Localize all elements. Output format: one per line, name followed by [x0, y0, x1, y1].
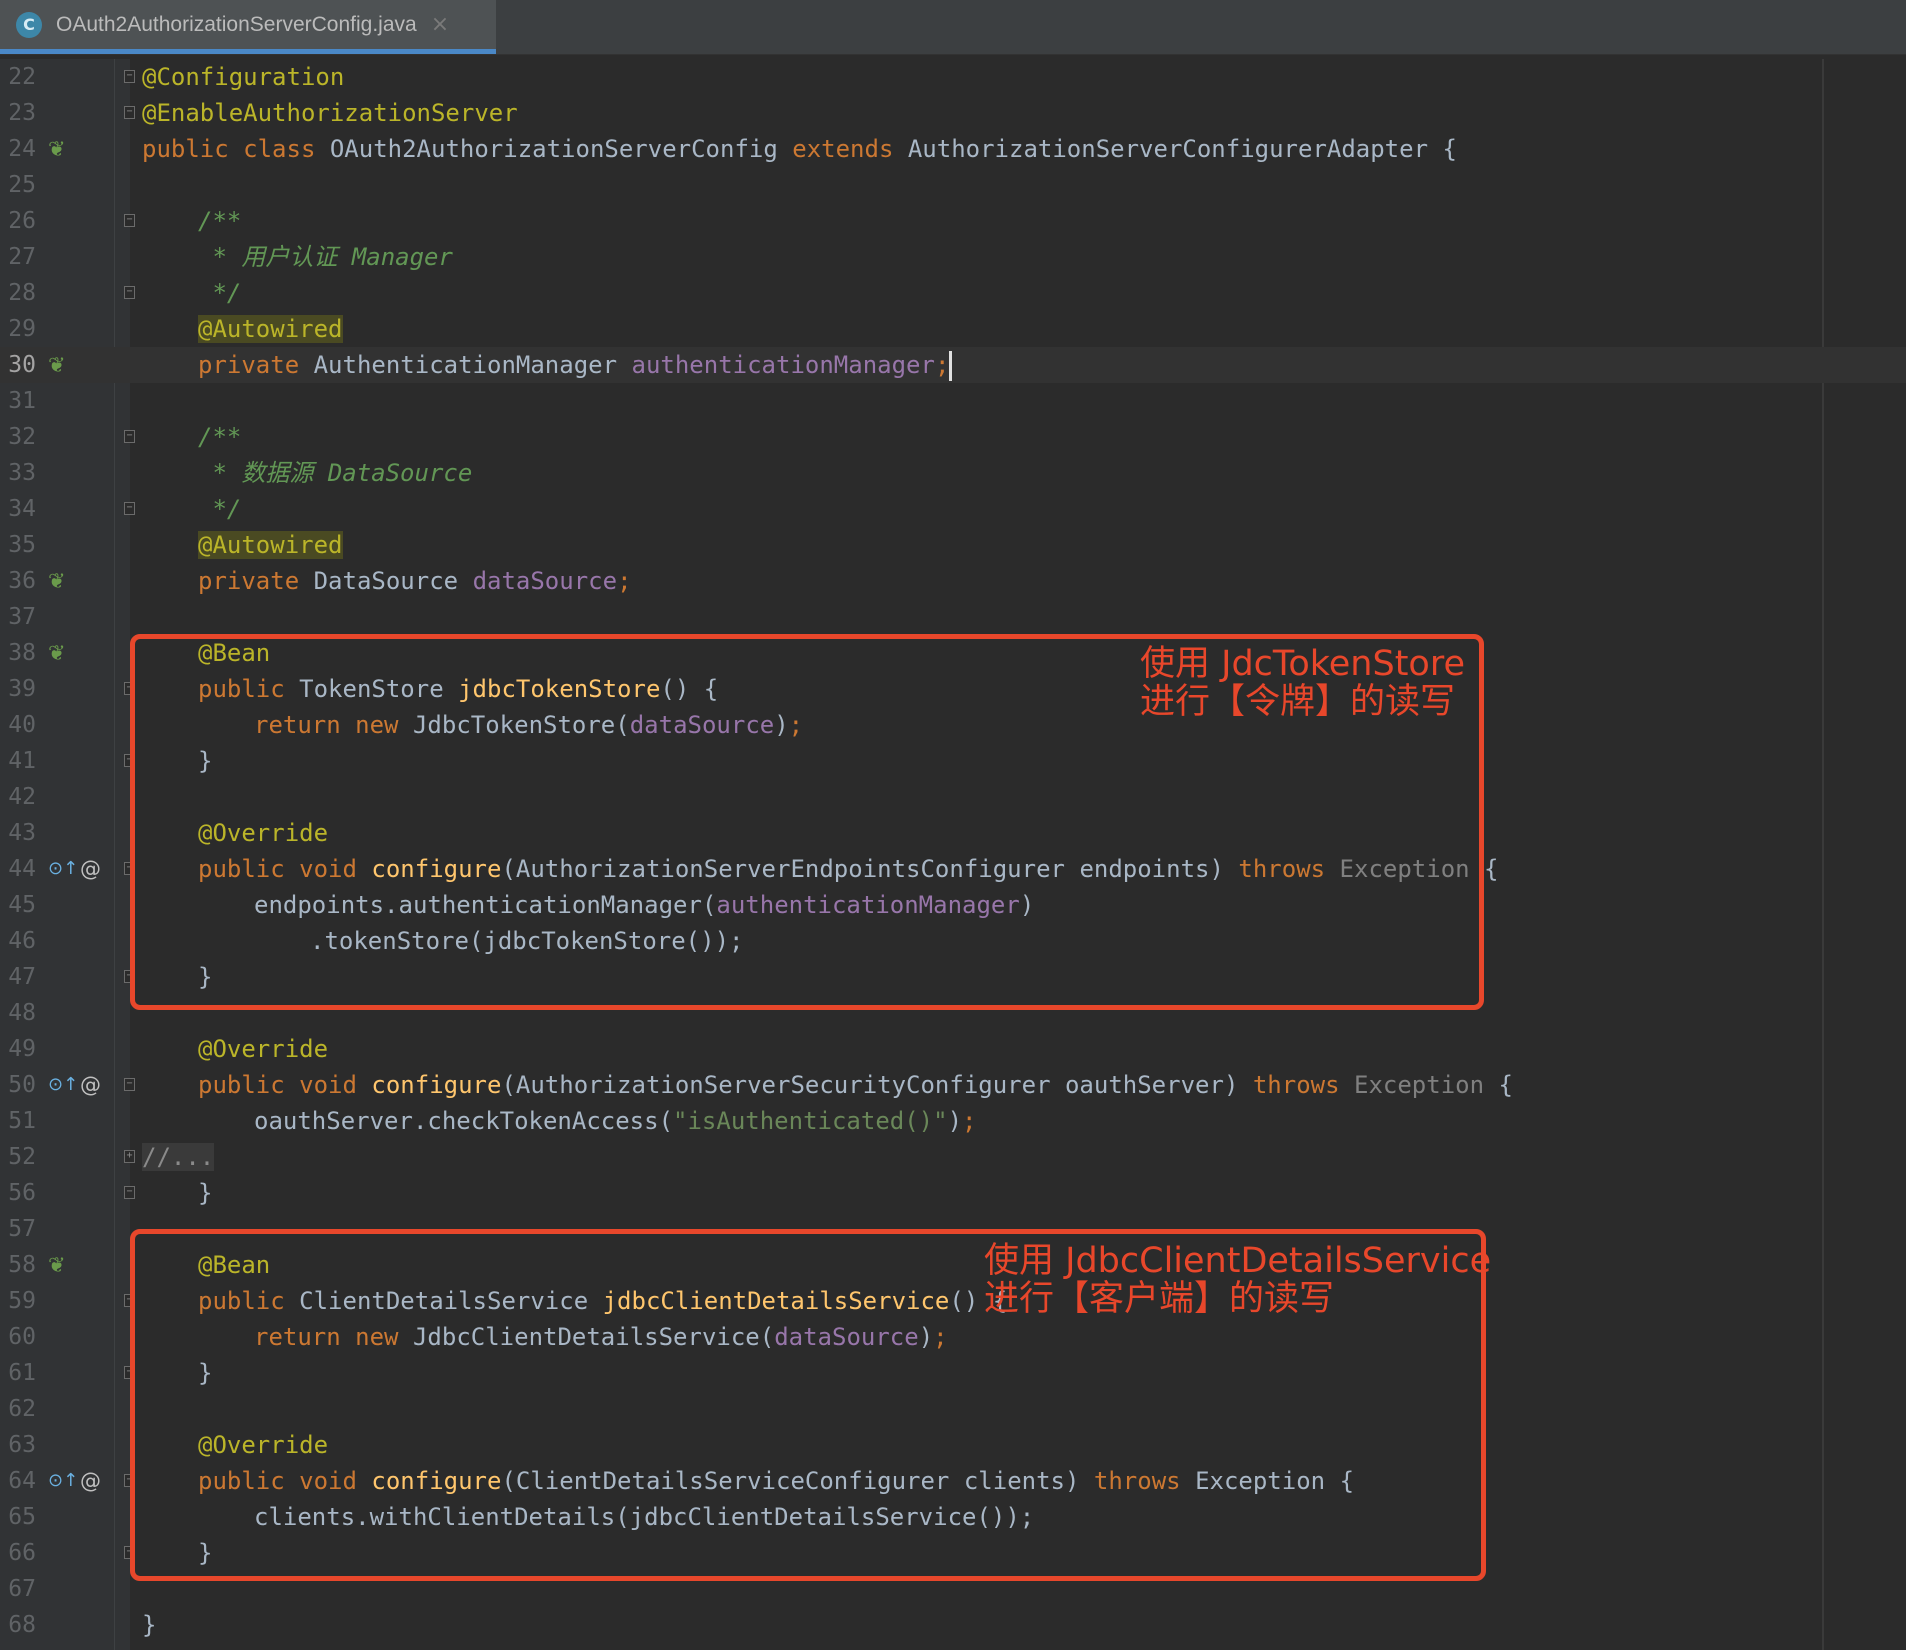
fold-marker[interactable]: −: [124, 286, 135, 299]
editor-tab-bar: C OAuth2AuthorizationServerConfig.java ×: [0, 0, 1906, 55]
code-line: 51 oauthServer.checkTokenAccess("isAuthe…: [0, 1103, 1906, 1139]
line-number: 36: [8, 568, 36, 594]
line-number: 29: [8, 316, 36, 342]
code-line: 56 − }: [0, 1175, 1906, 1211]
annotation-note-client-details: 使用 JdbcClientDetailsService 进行【客户端】的读写: [984, 1241, 1492, 1319]
line-number: 37: [8, 604, 36, 630]
code-line: 25: [0, 167, 1906, 203]
at-icon[interactable]: @: [80, 857, 101, 881]
line-number: 24: [8, 136, 36, 162]
line-number: 27: [8, 244, 36, 270]
code-line: 32 − /**: [0, 419, 1906, 455]
line-number: 43: [8, 820, 36, 846]
fold-marker[interactable]: −: [124, 1186, 135, 1199]
line-number: 39: [8, 676, 36, 702]
override-icon[interactable]: ⊙↑: [48, 1073, 78, 1097]
line-number: 68: [8, 1612, 36, 1638]
text-caret: [949, 351, 953, 381]
line-number: 44: [8, 856, 36, 882]
line-number: 57: [8, 1216, 36, 1242]
line-number: 63: [8, 1432, 36, 1458]
at-icon[interactable]: @: [80, 1469, 101, 1493]
line-number: 61: [8, 1360, 36, 1386]
line-number: 48: [8, 1000, 36, 1026]
line-number: 52: [8, 1144, 36, 1170]
code-editor[interactable]: 22 − @Configuration 23 − @EnableAuthoriz…: [0, 59, 1906, 1650]
code-line: 37: [0, 599, 1906, 635]
line-number: 30: [8, 352, 36, 378]
code-line: 35 @Autowired: [0, 527, 1906, 563]
autowired-icon[interactable]: ❦: [48, 569, 66, 593]
line-number: 65: [8, 1504, 36, 1530]
line-number: 51: [8, 1108, 36, 1134]
tab-title: OAuth2AuthorizationServerConfig.java: [56, 12, 417, 36]
line-number: 28: [8, 280, 36, 306]
line-number: 60: [8, 1324, 36, 1350]
line-number: 49: [8, 1036, 36, 1062]
fold-marker[interactable]: −: [124, 1078, 135, 1091]
code-line: 27 * 用户认证 Manager: [0, 239, 1906, 275]
line-number: 41: [8, 748, 36, 774]
bean-icon[interactable]: ❦: [48, 1253, 66, 1277]
line-number: 40: [8, 712, 36, 738]
line-number: 46: [8, 928, 36, 954]
code-line: 68 }: [0, 1607, 1906, 1643]
override-icon[interactable]: ⊙↑: [48, 1469, 78, 1493]
fold-marker[interactable]: −: [124, 70, 135, 83]
fold-expand-marker[interactable]: +: [124, 1150, 135, 1163]
line-number: 45: [8, 892, 36, 918]
line-number: 56: [8, 1180, 36, 1206]
fold-marker[interactable]: −: [124, 106, 135, 119]
line-number: 23: [8, 100, 36, 126]
code-line: 31: [0, 383, 1906, 419]
autowired-icon[interactable]: ❦: [48, 353, 66, 377]
at-icon[interactable]: @: [80, 1073, 101, 1097]
code-line: 28 − */: [0, 275, 1906, 311]
java-class-icon: C: [16, 11, 42, 38]
line-number: 62: [8, 1396, 36, 1422]
code-line: 33 * 数据源 DataSource: [0, 455, 1906, 491]
line-number: 58: [8, 1252, 36, 1278]
spring-bean-icon[interactable]: ❦: [48, 137, 66, 161]
line-number: 64: [8, 1468, 36, 1494]
line-number: 25: [8, 172, 36, 198]
fold-marker[interactable]: −: [124, 502, 135, 515]
line-number: 47: [8, 964, 36, 990]
line-number: 32: [8, 424, 36, 450]
code-line: 29 @Autowired: [0, 311, 1906, 347]
line-number: 66: [8, 1540, 36, 1566]
editor-tab[interactable]: C OAuth2AuthorizationServerConfig.java ×: [0, 0, 496, 54]
code-line: 50 ⊙↑ @ − public void configure(Authoriz…: [0, 1067, 1906, 1103]
code-line: 34 − */: [0, 491, 1906, 527]
code-line: 24 ❦ public class OAuth2AuthorizationSer…: [0, 131, 1906, 167]
line-number: 67: [8, 1576, 36, 1602]
bean-icon[interactable]: ❦: [48, 641, 66, 665]
line-number: 33: [8, 460, 36, 486]
line-number: 22: [8, 64, 36, 90]
code-line-current: 30 ❦ private AuthenticationManager authe…: [0, 347, 1906, 383]
code-line: 22 − @Configuration: [0, 59, 1906, 95]
line-number: 42: [8, 784, 36, 810]
override-icon[interactable]: ⊙↑: [48, 857, 78, 881]
line-number: 31: [8, 388, 36, 414]
annotation-note-token-store: 使用 JdcTokenStore 进行【令牌】的读写: [1140, 644, 1465, 722]
code-line: 36 ❦ private DataSource dataSource;: [0, 563, 1906, 599]
line-number: 26: [8, 208, 36, 234]
folded-region: //...: [142, 1143, 215, 1171]
line-number: 50: [8, 1072, 36, 1098]
code-line: 23 − @EnableAuthorizationServer: [0, 95, 1906, 131]
line-number: 34: [8, 496, 36, 522]
code-line: 26 − /**: [0, 203, 1906, 239]
close-tab-icon[interactable]: ×: [431, 12, 449, 37]
line-number: 59: [8, 1288, 36, 1314]
code-line: 49 @Override: [0, 1031, 1906, 1067]
code-line: 52 + //...: [0, 1139, 1906, 1175]
line-number: 38: [8, 640, 36, 666]
fold-marker[interactable]: −: [124, 214, 135, 227]
line-number: 35: [8, 532, 36, 558]
fold-marker[interactable]: −: [124, 430, 135, 443]
